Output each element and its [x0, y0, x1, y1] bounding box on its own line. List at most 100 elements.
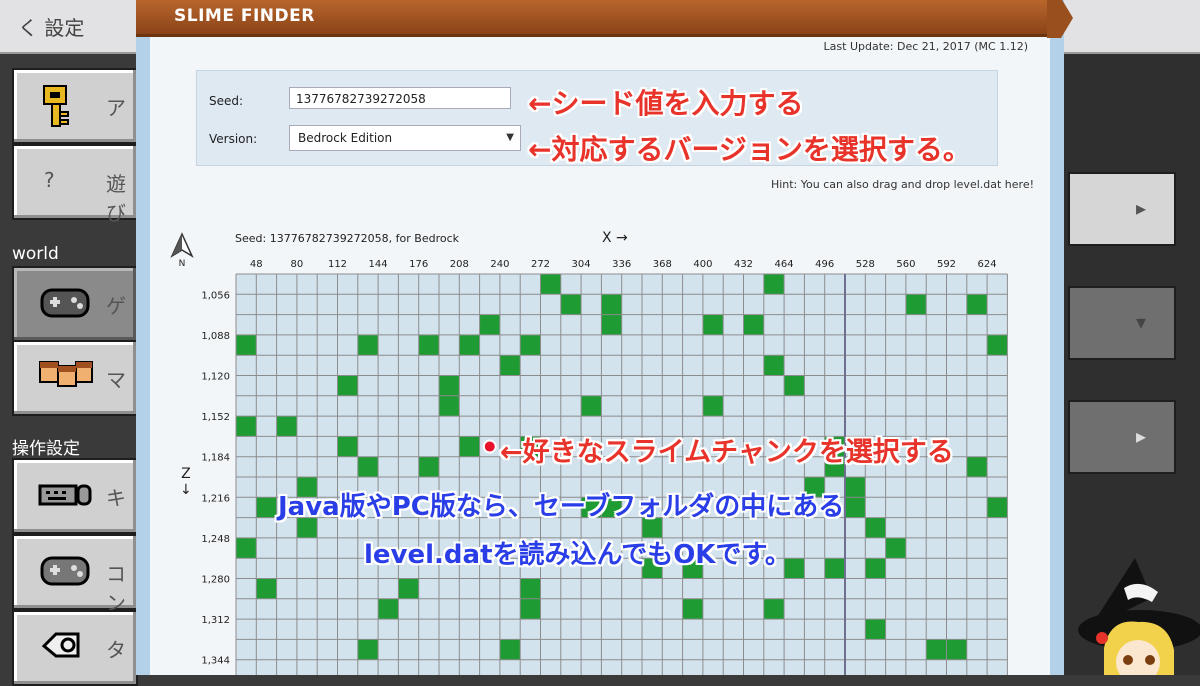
slime-chunk[interactable]: [946, 639, 967, 660]
x-tick-label: 528: [856, 259, 875, 270]
keyboard-icon: [38, 474, 92, 518]
slime-chunk[interactable]: [743, 314, 764, 335]
slime-chunk[interactable]: [560, 294, 582, 315]
annotation-seed: ←シード値を入力する: [528, 87, 804, 120]
slime-chunk[interactable]: [966, 456, 988, 477]
sidebar-item-multiplayer[interactable]: マ: [12, 340, 138, 416]
right-button-1[interactable]: ▸: [1068, 172, 1176, 246]
slime-chunk[interactable]: [337, 375, 358, 396]
slime-chunk[interactable]: [926, 639, 947, 660]
slime-chunk[interactable]: [763, 598, 785, 620]
app-title: SLIME FINDER: [174, 6, 315, 26]
x-tick-label: 304: [572, 259, 591, 270]
slime-chunk[interactable]: [987, 497, 1008, 518]
sidebar-item-controller[interactable]: コン: [12, 534, 138, 615]
x-tick-label: 176: [409, 259, 428, 270]
slime-chunk[interactable]: [824, 558, 845, 579]
back-button[interactable]: く 設定: [18, 12, 84, 41]
x-tick-label: 272: [531, 259, 550, 270]
slime-chunk[interactable]: [459, 436, 480, 457]
x-tick-label: 80: [291, 259, 304, 270]
sidebar-item-account[interactable]: ア: [12, 68, 138, 144]
slime-chunk[interactable]: [581, 395, 602, 417]
slime-chunk[interactable]: [905, 294, 927, 315]
slime-chunk[interactable]: [784, 375, 805, 396]
z-tick-label: 1,056: [201, 290, 230, 301]
selected-chunk-marker[interactable]: [482, 439, 497, 454]
z-tick-label: 1,344: [201, 656, 230, 667]
annotation-version: ←対応するバージョンを選択する。: [528, 133, 971, 166]
slime-chunk[interactable]: [479, 314, 500, 335]
slime-chunk[interactable]: [418, 456, 439, 477]
slime-chunk[interactable]: [276, 416, 297, 437]
yukkuri-marisa-character: [1070, 558, 1200, 686]
z-tick-label: 1,216: [201, 493, 230, 504]
slime-chunk[interactable]: [682, 598, 703, 620]
x-tick-label: 592: [937, 259, 956, 270]
slime-chunk[interactable]: [987, 334, 1008, 356]
controller-icon: [38, 282, 92, 326]
x-tick-label: 464: [775, 259, 794, 270]
slime-chunk[interactable]: [256, 578, 277, 599]
slime-chunk[interactable]: [601, 314, 622, 335]
slime-chunk[interactable]: [540, 274, 561, 295]
z-tick-label: 1,312: [201, 615, 230, 626]
slime-chunk[interactable]: [236, 537, 257, 559]
sidebar-item-game[interactable]: ゲ: [12, 266, 138, 342]
slime-chunk[interactable]: [702, 395, 724, 417]
sidebar-item-label: キ: [106, 486, 126, 510]
x-tick-label: 496: [815, 259, 834, 270]
section-controls-title: 操作設定: [12, 439, 80, 459]
slime-chunk[interactable]: [459, 334, 480, 356]
x-tick-label: 624: [978, 259, 997, 270]
x-tick-label: 48: [250, 259, 263, 270]
z-tick-label: 1,184: [201, 453, 230, 464]
slime-chunk[interactable]: [763, 355, 785, 376]
slime-chunk[interactable]: [337, 436, 358, 457]
x-tick-label: 144: [369, 259, 388, 270]
slime-chunk[interactable]: [357, 334, 379, 356]
slime-chunk[interactable]: [236, 334, 257, 356]
right-dropdown[interactable]: ▾: [1068, 286, 1176, 360]
slime-chunk[interactable]: [357, 456, 379, 477]
z-tick-label: 1,120: [201, 372, 230, 383]
slime-chunk[interactable]: [865, 517, 886, 538]
faces-icon: [38, 356, 94, 400]
slime-chunk[interactable]: [520, 334, 541, 356]
slime-chunk[interactable]: [520, 598, 541, 620]
slime-chunk[interactable]: [601, 294, 622, 315]
annotation-select-chunk: ←好きなスライムチャンクを選択する: [500, 437, 954, 468]
slime-chunk[interactable]: [763, 274, 785, 295]
slime-chunk[interactable]: [256, 497, 277, 518]
slime-chunk[interactable]: [845, 497, 866, 518]
slime-chunk[interactable]: [845, 477, 866, 498]
x-tick-label: 208: [450, 259, 469, 270]
slime-chunk[interactable]: [418, 334, 439, 356]
z-tick-label: 1,280: [201, 575, 230, 586]
x-tick-label: 432: [734, 259, 753, 270]
slime-chunk[interactable]: [439, 395, 460, 417]
slime-chunk[interactable]: [499, 355, 521, 376]
slime-chunk[interactable]: [966, 294, 988, 315]
slime-chunk[interactable]: [357, 639, 379, 660]
slime-chunk[interactable]: [499, 639, 521, 660]
slime-chunk[interactable]: [865, 558, 886, 579]
question-icon: ?: [44, 168, 55, 192]
touch-icon: [38, 626, 92, 670]
right-button-2[interactable]: ▸: [1068, 400, 1176, 474]
sidebar-item-keyboard[interactable]: キ: [12, 458, 138, 534]
x-tick-label: 560: [896, 259, 915, 270]
key-icon: [38, 84, 74, 134]
slime-chunk[interactable]: [378, 598, 399, 620]
slime-chunk[interactable]: [439, 375, 460, 396]
sidebar-item-play[interactable]: ? 遊び: [12, 144, 138, 225]
slime-chunk[interactable]: [398, 578, 419, 599]
chevron-right-icon: ▸: [1135, 196, 1146, 220]
x-tick-label: 400: [693, 259, 712, 270]
slime-chunk[interactable]: [865, 619, 886, 640]
slime-chunk[interactable]: [885, 537, 906, 559]
annotation-java-line2: level.datを読み込んでもOKです。: [364, 540, 791, 570]
slime-chunk[interactable]: [520, 578, 541, 599]
slime-chunk[interactable]: [702, 314, 724, 335]
slime-chunk[interactable]: [236, 416, 257, 437]
